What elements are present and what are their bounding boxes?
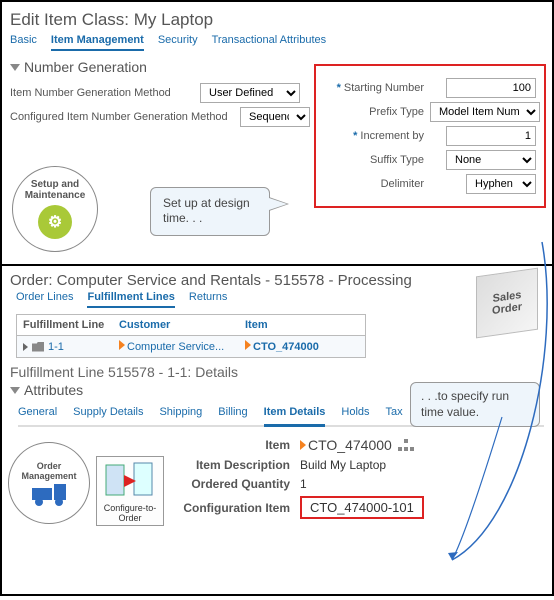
flag-icon [245,340,251,350]
tab-fulfillment-lines[interactable]: Fulfillment Lines [87,291,174,308]
tab-general[interactable]: General [18,406,57,421]
starting-number-input[interactable] [446,78,536,98]
folder-icon [32,342,44,352]
gen-method-select[interactable]: User Defined [200,83,300,103]
sales-order-badge: Sales Order [476,268,538,339]
design-time-callout: Set up at design time. . . [150,187,270,236]
attributes-label: Attributes [24,382,83,398]
detail-title: Fulfillment Line 515578 - 1-1: Details [10,364,544,380]
tab-billing[interactable]: Billing [218,406,247,421]
gen-method-label: Item Number Generation Method [10,87,200,99]
delimiter-select[interactable]: Hyphen [466,174,536,194]
truck-icon [32,484,66,506]
order-tabs: Order Lines Fulfillment Lines Returns [16,291,544,308]
row-customer: Computer Service... [127,341,224,353]
flag-icon [119,340,125,350]
order-management-badge: Order Management [8,442,90,524]
collapse-icon [10,387,20,394]
table-row[interactable]: 1-1 Computer Service... CTO_474000 [17,336,365,357]
setup-maintenance-badge: Setup and Maintenance ⚙ [12,166,98,252]
gear-icon: ⚙ [38,205,72,239]
qty-label: Ordered Quantity [160,477,300,491]
tab-shipping[interactable]: Shipping [159,406,202,421]
top-tabs: Basic Item Management Security Transacti… [10,34,544,51]
suffix-type-select[interactable]: None [446,150,536,170]
runtime-callout: . . .to specify run time value. [410,382,540,427]
cto-label: Configure-to-Order [99,503,161,523]
suffix-type-label: Suffix Type [320,154,424,166]
col-fulfillment-line: Fulfillment Line [23,319,113,331]
tab-returns[interactable]: Returns [189,291,228,308]
fulfillment-grid: Fulfillment Line Customer Item 1-1 Compu… [16,314,366,358]
starting-number-label: Starting Number [320,82,424,94]
cfg-method-label: Configured Item Number Generation Method [10,111,240,123]
col-item: Item [245,319,355,331]
configure-to-order-badge: Configure-to-Order [96,456,164,526]
desc-value: Build My Laptop [300,458,386,472]
cfg-item-label: Configuration Item [160,501,300,515]
increment-label: Increment by [320,130,424,142]
desc-label: Item Description [160,458,300,472]
collapse-icon [10,64,20,71]
increment-input[interactable] [446,126,536,146]
item-value: CTO_474000 [308,437,392,453]
prefix-type-select[interactable]: Model Item Number [430,102,540,122]
cfg-item-value: CTO_474000-101 [300,496,424,519]
row-item: CTO_474000 [253,341,319,353]
tab-security[interactable]: Security [158,34,198,51]
flag-icon [300,440,306,450]
hierarchy-icon[interactable] [398,439,414,451]
cto-icon [104,461,156,501]
qty-value: 1 [300,477,307,491]
order-mgmt-label: Order Management [9,461,89,481]
page-title: Edit Item Class: My Laptop [10,10,544,30]
tab-basic[interactable]: Basic [10,34,37,51]
tab-holds[interactable]: Holds [341,406,369,421]
tab-tax[interactable]: Tax [386,406,403,421]
number-params-box: Starting Number Prefix Type Model Item N… [314,64,546,208]
col-customer: Customer [119,319,239,331]
prefix-type-label: Prefix Type [320,106,424,118]
section-label: Number Generation [24,59,147,75]
expand-icon[interactable] [23,343,28,351]
tab-transactional[interactable]: Transactional Attributes [212,34,327,51]
setup-label: Setup and Maintenance [13,179,97,201]
item-label: Item [160,438,300,452]
delimiter-label: Delimiter [320,178,424,190]
row-fl: 1-1 [48,341,64,353]
cfg-method-select[interactable]: Sequence [240,107,310,127]
tab-supply[interactable]: Supply Details [73,406,143,421]
tab-item-management[interactable]: Item Management [51,34,144,51]
order-title: Order: Computer Service and Rentals - 51… [10,272,544,289]
tab-item-details[interactable]: Item Details [264,406,326,427]
tab-order-lines[interactable]: Order Lines [16,291,73,308]
